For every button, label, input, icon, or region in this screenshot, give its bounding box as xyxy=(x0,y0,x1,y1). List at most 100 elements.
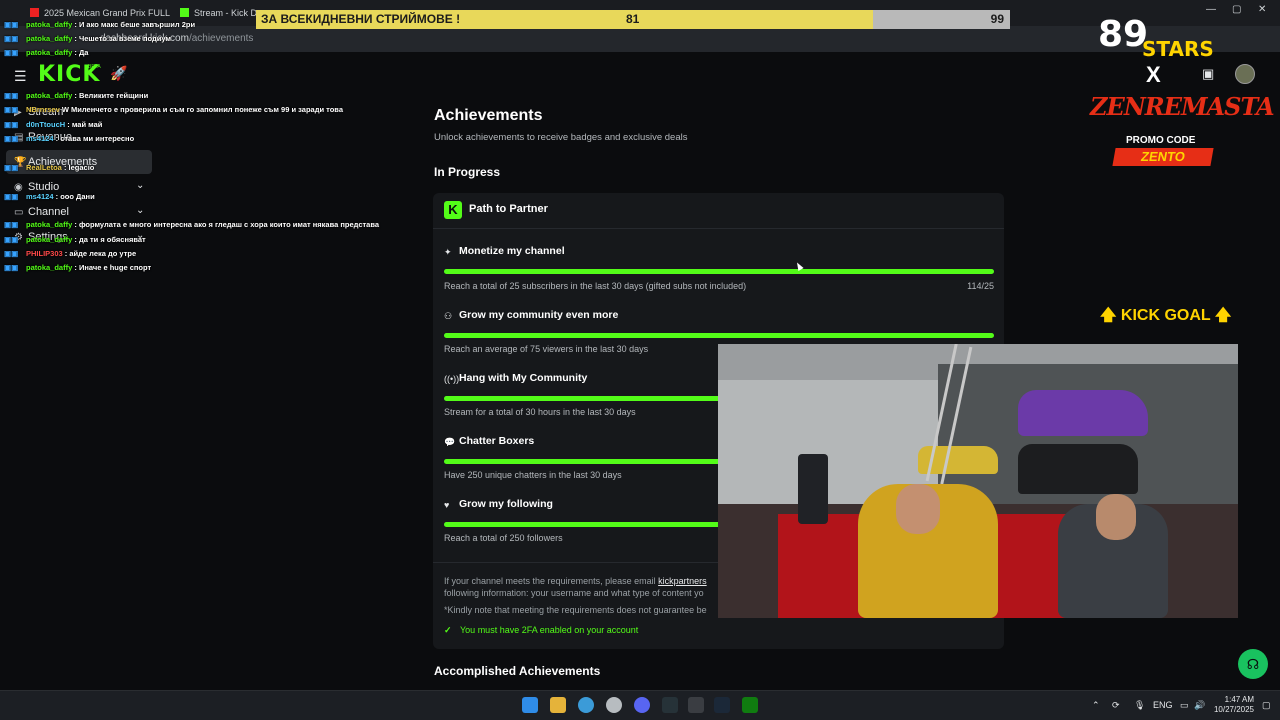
brand-stars-logo: STARS xyxy=(1142,37,1214,61)
chat-user: RealLetoa xyxy=(26,163,62,172)
achievement-description: Have 250 unique chatters in the last 30 … xyxy=(444,470,622,480)
url-path: /achievements xyxy=(188,33,254,44)
chat-icon: 💬 xyxy=(444,437,456,447)
chat-user: patoka_daffy xyxy=(26,91,73,100)
xbox-icon[interactable] xyxy=(742,697,758,713)
beta-badge: BETA xyxy=(88,64,101,70)
page-title: Achievements xyxy=(434,107,543,124)
chevron-down-icon[interactable]: ⌄ xyxy=(136,205,144,216)
chat-text: да ти я обясняват xyxy=(78,235,146,244)
achievement-description: Stream for a total of 30 hours in the la… xyxy=(444,407,636,417)
shop-icon[interactable]: ▣ xyxy=(1202,66,1214,82)
chat-badge-icon: ▣▣ xyxy=(4,120,19,129)
volume-icon[interactable]: 🔊 xyxy=(1194,700,1205,711)
chat-user: d0nTtoucH xyxy=(26,120,66,129)
network-icon[interactable]: ▭ xyxy=(1180,700,1189,711)
notification-icon[interactable]: ▢ xyxy=(1262,700,1271,711)
brand-x-logo: X xyxy=(1146,62,1161,87)
chat-user: NBrnrsev xyxy=(26,105,60,114)
achievement-progress-fill xyxy=(444,333,994,338)
achievement-progress-track xyxy=(444,269,994,274)
chat-text: Великите гейщини xyxy=(78,91,149,100)
app-icon[interactable] xyxy=(662,697,678,713)
chat-message: ▣▣ RealLetoa : legacio xyxy=(4,163,95,172)
microphone-icon[interactable]: 🎙 xyxy=(1134,700,1145,711)
menu-icon[interactable]: ☰ xyxy=(14,68,27,85)
in-progress-heading: In Progress xyxy=(434,165,501,179)
chat-badge-icon: ▣▣ xyxy=(4,105,19,114)
chat-message: ▣▣ d0nTtoucH : май май xyxy=(4,120,103,129)
chat-user: ms4124 xyxy=(26,134,54,143)
screen: 2025 Mexican Grand Prix FULL ✕ Stream - K… xyxy=(0,0,1280,720)
chat-text: айде лека до утре xyxy=(69,249,137,258)
achievement-description: Reach an average of 75 viewers in the la… xyxy=(444,344,649,354)
chat-user: patoka_daffy xyxy=(26,220,73,229)
tab-label: Stream - Kick Dash xyxy=(194,8,256,18)
card-title: Path to Partner xyxy=(469,203,548,215)
chat-message: ▣▣ ms4124 : ооо Дани xyxy=(4,192,95,201)
sidebar-item-channel[interactable]: ▭ Channel xyxy=(14,202,69,222)
info-text: following information: your username and… xyxy=(444,588,704,598)
chat-user: patoka_daffy xyxy=(26,48,73,57)
sponsor-logo: ZENREMASTA xyxy=(1090,92,1275,121)
chat-badge-icon: ▣▣ xyxy=(4,235,19,244)
chat-user: patoka_daffy xyxy=(26,20,73,29)
tray-chevron-icon[interactable]: ⌃ xyxy=(1092,700,1100,711)
partner-email-link[interactable]: kickpartners xyxy=(658,576,707,586)
achievement-title: Chatter Boxers xyxy=(459,435,535,447)
heart-icon: ♥ xyxy=(444,500,450,510)
steam-icon[interactable] xyxy=(714,697,730,713)
promo-code: ZENTO xyxy=(1112,148,1214,166)
chat-user: PHILIP303 xyxy=(26,249,63,258)
terminal-icon[interactable] xyxy=(688,697,704,713)
achievement-description: Reach a total of 25 subscribers in the l… xyxy=(444,281,747,291)
requirement-2fa: ✓ You must have 2FA enabled on your accou… xyxy=(444,625,638,636)
chrome-icon[interactable] xyxy=(578,697,594,713)
chat-message: ▣▣ patoka_daffy : И ако макс беше завърши… xyxy=(4,20,196,29)
system-clock[interactable]: 1:47 AM 10/27/2025 xyxy=(1210,695,1254,715)
maximize-icon[interactable]: ▢ xyxy=(1232,4,1241,15)
support-headset-icon[interactable]: ☊ xyxy=(1238,649,1268,679)
tab-label: 2025 Mexican Grand Prix FULL xyxy=(44,8,170,18)
obs-icon[interactable] xyxy=(606,697,622,713)
chat-user: ms4124 xyxy=(26,192,54,201)
chevron-down-icon[interactable]: ⌄ xyxy=(136,180,144,191)
chat-text: W Миленчето е проверила и съм го запомни… xyxy=(61,105,343,114)
kick-favicon-icon xyxy=(180,8,189,17)
black-car xyxy=(1018,444,1138,494)
achievement-description: Reach a total of 250 followers xyxy=(444,533,563,543)
language-indicator[interactable]: ENG xyxy=(1153,700,1173,710)
discord-icon[interactable] xyxy=(634,697,650,713)
disclaimer-text: *Kindly note that meeting the requiremen… xyxy=(444,605,707,615)
stream-goal-bar: ЗА ВСЕКИДНЕВНИ СТРИЙМОВЕ ! 81 99 xyxy=(256,10,1010,29)
chat-text: ооо Дани xyxy=(60,192,95,201)
file-explorer-icon[interactable] xyxy=(550,697,566,713)
chat-badge-icon: ▣▣ xyxy=(4,220,19,229)
tray-sync-icon[interactable]: ⟳ xyxy=(1112,700,1120,711)
accomplished-heading: Accomplished Achievements xyxy=(434,664,601,678)
chat-badge-icon: ▣▣ xyxy=(4,91,19,100)
chat-badge-icon: ▣▣ xyxy=(4,192,19,201)
partner-info-text: If your channel meets the requirements, … xyxy=(444,576,707,586)
windows-start-icon[interactable] xyxy=(522,697,538,713)
arrow-up-icon: 🡅 xyxy=(1100,307,1121,324)
rocket-icon[interactable]: 🚀 xyxy=(110,65,127,82)
streamer-head xyxy=(896,484,940,534)
chat-text: И ако макс беше завършил 2ри xyxy=(78,20,196,29)
chat-text: Иначе е huge спорт xyxy=(78,263,152,272)
avatar[interactable] xyxy=(1235,64,1255,84)
chat-message: ▣▣ patoka_daffy : Да xyxy=(4,48,89,57)
chat-badge-icon: ▣▣ xyxy=(4,34,19,43)
chat-badge-icon: ▣▣ xyxy=(4,20,19,29)
youtube-favicon-icon xyxy=(30,8,39,17)
chat-message: ▣▣ patoka_daffy : Чешето за вземе подиум xyxy=(4,34,171,43)
kick-k-icon: K xyxy=(444,201,462,219)
minimize-icon[interactable]: — xyxy=(1206,4,1216,15)
stream-goal-target: 99 xyxy=(990,12,1004,26)
chat-message: ▣▣ NBrnrsev W Миленчето е проверила и съм… xyxy=(4,105,343,114)
chat-text: май май xyxy=(71,120,103,129)
community-icon: ⚇ xyxy=(444,311,453,321)
close-window-icon[interactable]: ✕ xyxy=(1258,4,1266,15)
achievement-title: Grow my community even more xyxy=(459,309,619,321)
chat-message: ▣▣ patoka_daffy : формулата е много интер… xyxy=(4,220,380,229)
